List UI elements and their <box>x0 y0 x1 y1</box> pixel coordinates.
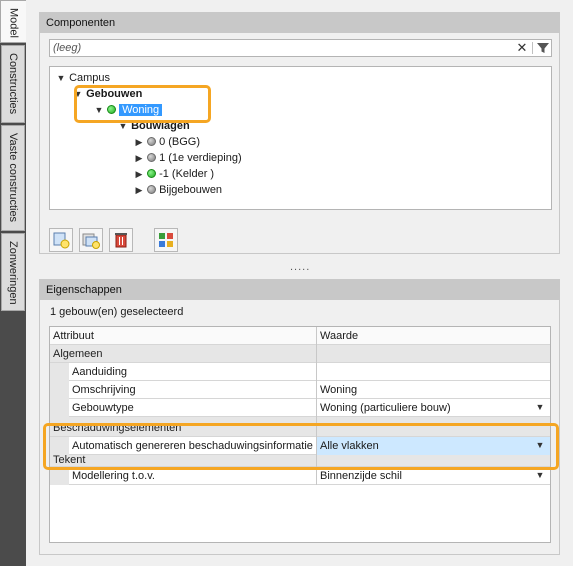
tab-constructies[interactable]: Constructies <box>1 45 25 123</box>
grid-view-button[interactable] <box>154 228 178 252</box>
status-grey-icon <box>147 153 157 162</box>
column-header-value[interactable]: Waarde <box>317 327 550 345</box>
filter-icon[interactable] <box>536 41 550 55</box>
add-component-icon <box>53 232 70 249</box>
category-general[interactable]: Algemeen <box>50 345 550 363</box>
app-window: Model Constructies Vaste constructies Zo… <box>0 0 573 566</box>
status-grey-icon <box>147 185 157 194</box>
chevron-down-icon[interactable]: ▼ <box>532 468 548 483</box>
chevron-right-icon[interactable]: ▶ <box>134 166 144 182</box>
copy-component-button[interactable] <box>79 228 103 252</box>
properties-panel-title: Eigenschappen <box>40 280 559 300</box>
tab-model[interactable]: Model <box>0 0 26 43</box>
trash-icon <box>115 233 127 248</box>
status-grey-icon <box>147 137 157 146</box>
add-component-button[interactable] <box>49 228 73 252</box>
panel-splitter[interactable]: ..... <box>290 261 310 273</box>
column-header-attribute[interactable]: Attribuut <box>50 327 316 345</box>
search-divider <box>532 42 533 54</box>
tree-node-layer[interactable]: ▶ Bijgebouwen <box>134 182 223 198</box>
search-input[interactable] <box>50 40 510 56</box>
tree-node-layer[interactable]: ▶ -1 (Kelder ) <box>134 166 215 182</box>
chevron-down-icon[interactable]: ▼ <box>532 400 548 415</box>
tree-node-layer[interactable]: ▶ 0 (BGG) <box>134 134 200 150</box>
clear-icon[interactable]: ✕ <box>514 41 530 55</box>
search-box: ✕ <box>49 39 552 57</box>
delete-component-button[interactable] <box>109 228 133 252</box>
tree-node-campus[interactable]: ▼ Campus <box>56 70 111 86</box>
selection-count: 1 gebouw(en) geselecteerd <box>50 306 184 318</box>
grid-header: Attribuut Waarde <box>50 327 550 345</box>
property-row-aanduiding[interactable]: Aanduiding <box>50 363 550 381</box>
chevron-down-icon[interactable]: ▼ <box>56 70 66 86</box>
property-row-omschrijving[interactable]: Omschrijving Woning <box>50 381 550 399</box>
gebouwtype-select[interactable]: Woning (particuliere bouw) <box>317 399 529 417</box>
status-green-icon <box>147 169 157 178</box>
copy-component-icon <box>82 233 100 249</box>
highlight-woning <box>74 85 211 123</box>
tab-vaste-constructies[interactable]: Vaste constructies <box>1 125 25 231</box>
components-panel: Componenten ✕ ▼ Campus ▼ Gebouwen ▼ Woni… <box>39 12 560 254</box>
chevron-right-icon[interactable]: ▶ <box>134 150 144 166</box>
highlight-shading <box>43 423 559 470</box>
vertical-tab-strip: Model Constructies Vaste constructies Zo… <box>0 0 26 566</box>
components-panel-title: Componenten <box>40 13 559 33</box>
chevron-right-icon[interactable]: ▶ <box>134 182 144 198</box>
property-row-gebouwtype[interactable]: Gebouwtype Woning (particuliere bouw) ▼ <box>50 399 550 417</box>
tree-node-layer[interactable]: ▶ 1 (1e verdieping) <box>134 150 242 166</box>
tab-zonweringen[interactable]: Zonweringen <box>1 233 25 311</box>
chevron-right-icon[interactable]: ▶ <box>134 134 144 150</box>
properties-panel: Eigenschappen 1 gebouw(en) geselecteerd … <box>39 279 560 555</box>
grid-icon <box>159 233 173 247</box>
